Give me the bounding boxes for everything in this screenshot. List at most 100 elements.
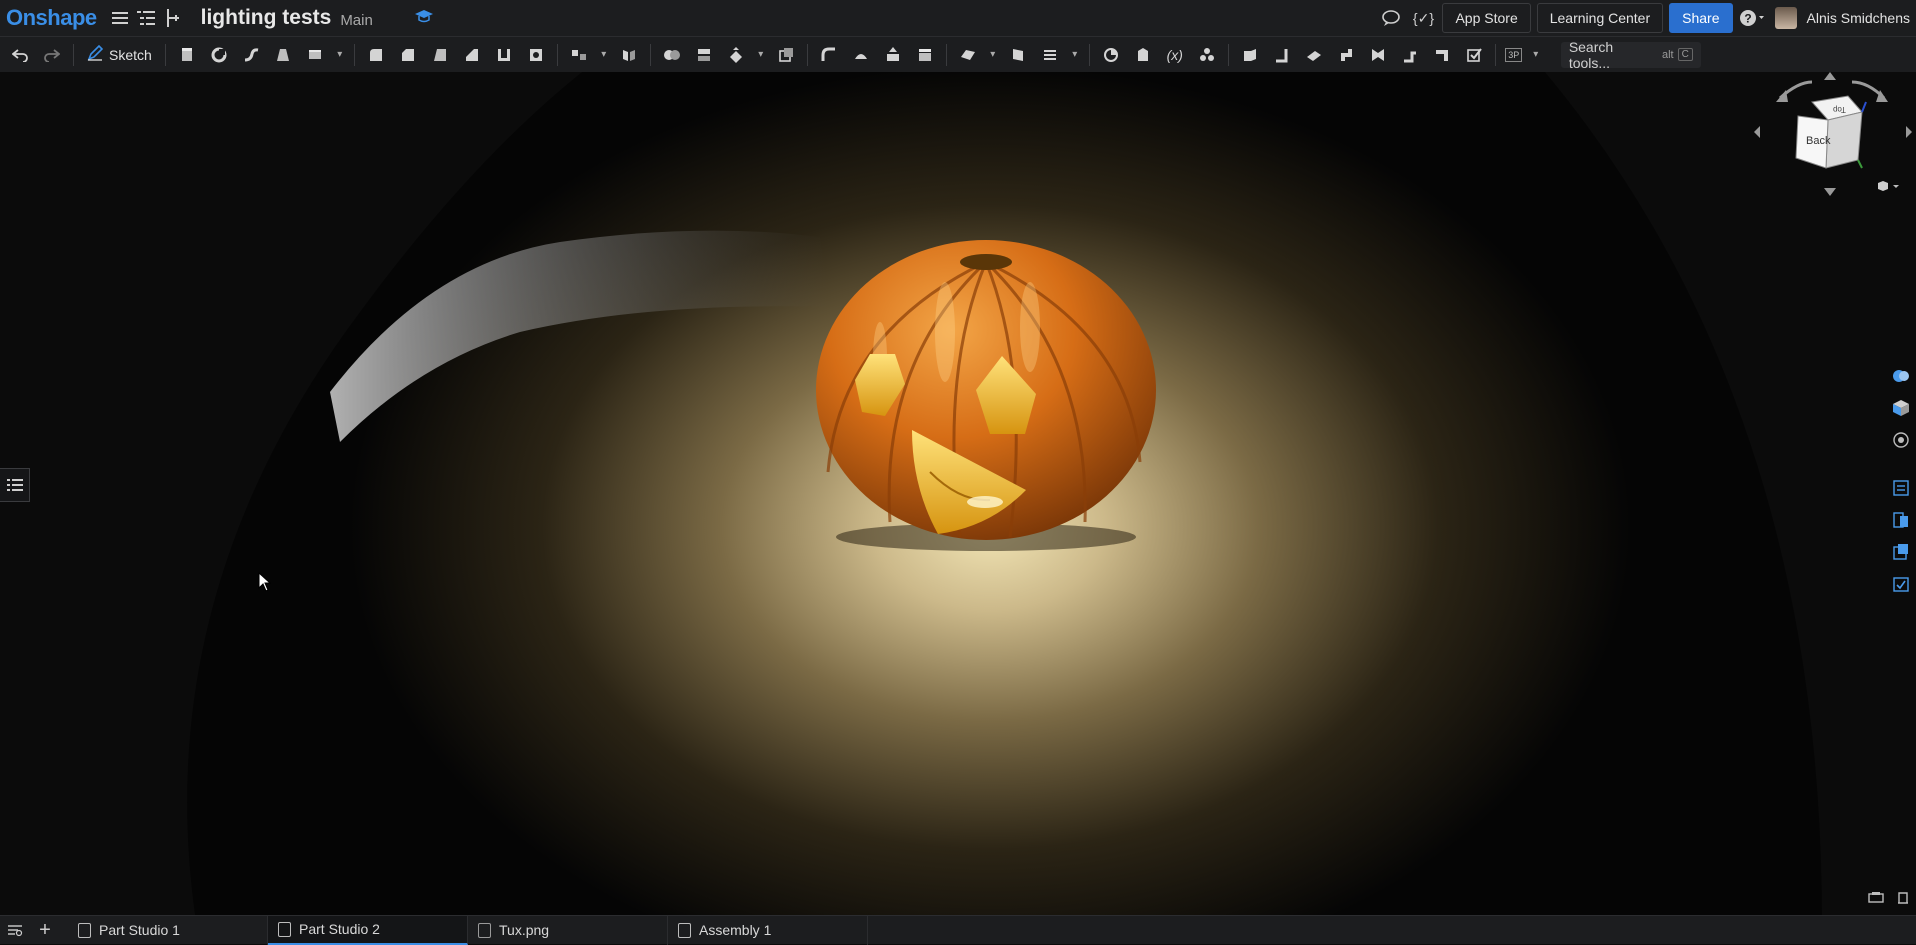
share-button[interactable]: Share: [1669, 3, 1733, 33]
form-icon[interactable]: [1362, 41, 1394, 69]
view-options-icon[interactable]: [1878, 180, 1900, 195]
linear-pattern-icon[interactable]: [563, 41, 595, 69]
onshape-logo[interactable]: Onshape: [0, 5, 97, 31]
undo-icon[interactable]: [4, 41, 36, 69]
tab-manager-icon[interactable]: [0, 916, 30, 945]
view-cube-top-label[interactable]: Top: [1833, 105, 1846, 114]
tab-label: Tux.png: [499, 922, 550, 938]
tab-assembly-1[interactable]: Assembly 1: [668, 915, 868, 945]
chevron-down-icon[interactable]: ▾: [752, 41, 770, 69]
variables-panel-icon[interactable]: [1890, 540, 1912, 564]
view-cube-face-label[interactable]: Back: [1806, 135, 1830, 147]
image-file-icon: [478, 922, 491, 938]
section-view-icon[interactable]: [1127, 41, 1159, 69]
hamburger-menu-icon[interactable]: [107, 5, 133, 31]
add-tab-icon[interactable]: +: [30, 916, 60, 945]
split-icon[interactable]: [688, 41, 720, 69]
redo-icon[interactable]: [36, 41, 68, 69]
toolbar-divider: [945, 43, 947, 66]
arrow-up-icon: [1824, 72, 1836, 80]
tab-icon[interactable]: [1298, 41, 1330, 69]
tab-label: Part Studio 2: [299, 921, 380, 937]
replace-face-icon[interactable]: [909, 41, 941, 69]
graphics-toggle-icon[interactable]: [1868, 890, 1884, 909]
measure-icon[interactable]: [1095, 41, 1127, 69]
branch-name[interactable]: Main: [340, 12, 373, 29]
toolbar-divider: [164, 43, 166, 66]
featurescript-icon[interactable]: {✓}: [1410, 5, 1436, 31]
offset-surface-icon[interactable]: [845, 41, 877, 69]
part-studio-icon: [78, 922, 91, 938]
finish-sheet-metal-icon[interactable]: [1458, 41, 1490, 69]
appearance-panel-icon[interactable]: [1890, 364, 1912, 388]
user-avatar[interactable]: [1774, 7, 1797, 29]
bend-icon[interactable]: [1330, 41, 1362, 69]
bend-relief-icon[interactable]: [1426, 41, 1458, 69]
chevron-down-icon[interactable]: ▾: [984, 41, 1002, 69]
shell-icon[interactable]: [488, 41, 520, 69]
tab-label: Assembly 1: [699, 922, 772, 938]
corner-icon[interactable]: [1394, 41, 1426, 69]
thicken-icon[interactable]: [299, 41, 331, 69]
sweep-icon[interactable]: [235, 41, 267, 69]
hole-icon[interactable]: [520, 41, 552, 69]
draft-icon[interactable]: [424, 41, 456, 69]
plane-icon[interactable]: [952, 41, 984, 69]
chamfer-icon[interactable]: [392, 41, 424, 69]
feature-list-icon[interactable]: [133, 5, 159, 31]
mirror-icon[interactable]: [613, 41, 645, 69]
properties-panel-icon[interactable]: [1890, 476, 1912, 500]
toolbar-divider: [73, 43, 74, 66]
mate-connector-icon[interactable]: [1002, 41, 1034, 69]
graphics-viewport[interactable]: Top Back: [0, 72, 1916, 915]
tab-part-studio-2[interactable]: Part Studio 2: [268, 915, 468, 945]
feature-list-toggle[interactable]: [0, 468, 30, 502]
camera-panel-icon[interactable]: [1890, 428, 1912, 452]
parts-panel-icon[interactable]: [1890, 396, 1912, 420]
document-title[interactable]: lighting tests: [201, 6, 332, 30]
learning-center-button[interactable]: Learning Center: [1536, 3, 1664, 33]
search-tools-input[interactable]: Search tools... alt C: [1560, 39, 1701, 71]
rib-icon[interactable]: [456, 41, 488, 69]
measure-panel-icon[interactable]: [1896, 890, 1910, 909]
insert-tree-icon[interactable]: [159, 5, 185, 31]
toolbar-divider: [1088, 43, 1090, 66]
transform-icon[interactable]: [720, 41, 752, 69]
comments-icon[interactable]: [1378, 5, 1404, 31]
user-name[interactable]: Alnis Smidchens: [1807, 10, 1911, 26]
extrude-icon[interactable]: [171, 41, 203, 69]
svg-text:?: ?: [1744, 12, 1751, 26]
scene-render[interactable]: [0, 72, 1916, 915]
chevron-down-icon[interactable]: ▾: [1527, 41, 1545, 69]
revolve-icon[interactable]: [203, 41, 235, 69]
delete-part-icon[interactable]: [770, 41, 802, 69]
toolbar-divider: [556, 43, 558, 66]
modify-fillet-icon[interactable]: [813, 41, 845, 69]
sheet-metal-icon[interactable]: [1234, 41, 1266, 69]
tasks-panel-icon[interactable]: [1890, 572, 1912, 596]
boolean-icon[interactable]: [656, 41, 688, 69]
configuration-icon[interactable]: [1191, 41, 1223, 69]
fillet-icon[interactable]: [360, 41, 392, 69]
list-icon: [6, 479, 23, 491]
tab-part-studio-1[interactable]: Part Studio 1: [68, 915, 268, 945]
variable-icon[interactable]: (x): [1159, 41, 1191, 69]
sketch-label: Sketch: [109, 46, 152, 63]
tab-tux-png[interactable]: Tux.png: [468, 915, 668, 945]
chevron-down-icon[interactable]: ▾: [331, 41, 349, 69]
view-cube[interactable]: Top Back: [1750, 72, 1916, 196]
toolbar-divider: [1227, 43, 1229, 66]
top-bar: Onshape lighting tests Main {✓} App Stor…: [0, 0, 1916, 36]
graduation-cap-icon[interactable]: [414, 9, 433, 28]
move-face-icon[interactable]: [877, 41, 909, 69]
help-icon[interactable]: ?: [1739, 5, 1765, 31]
sketch-button[interactable]: Sketch: [79, 41, 160, 69]
view-mode-button[interactable]: 3P: [1501, 41, 1527, 69]
helix-icon[interactable]: [1034, 41, 1066, 69]
flange-icon[interactable]: [1266, 41, 1298, 69]
app-store-button[interactable]: App Store: [1442, 3, 1531, 33]
chevron-down-icon[interactable]: ▾: [595, 41, 613, 69]
bom-panel-icon[interactable]: [1890, 508, 1912, 532]
chevron-down-icon[interactable]: ▾: [1066, 41, 1084, 69]
loft-icon[interactable]: [267, 41, 299, 69]
